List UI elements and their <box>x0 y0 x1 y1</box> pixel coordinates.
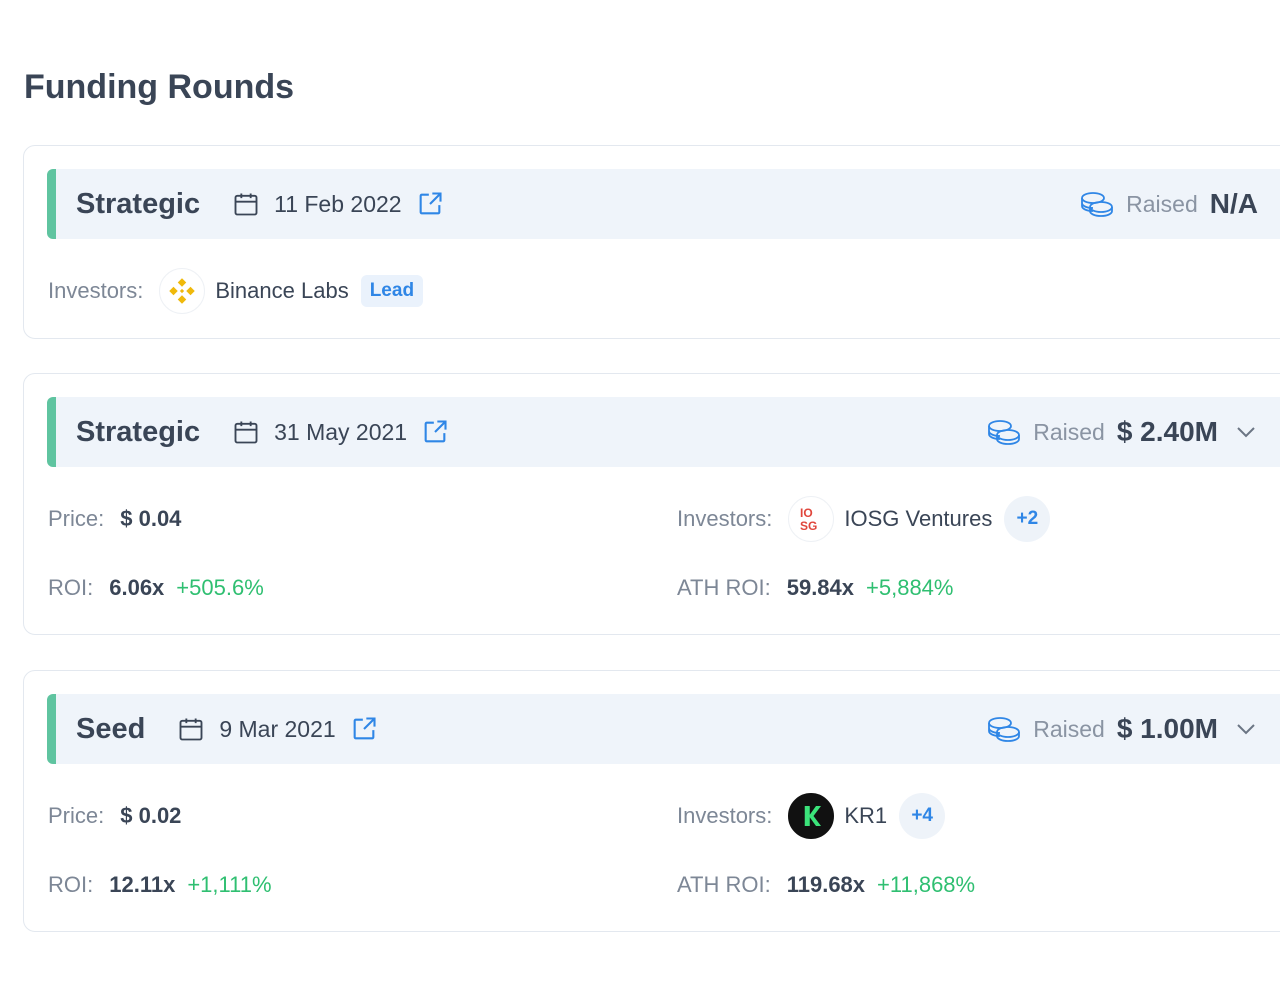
price-label: Price: <box>48 803 105 828</box>
page-title: Funding Rounds <box>24 68 295 106</box>
raised-label: Raised <box>1033 715 1105 742</box>
round-type: Strategic <box>76 187 201 220</box>
round-header[interactable]: Strategic 31 May 2021 Raised $ 2.40M <box>47 397 1280 467</box>
funding-round-card: Strategic 31 May 2021 Raised $ 2.40M Pri… <box>23 373 1280 635</box>
investors-row: Investors: IO SG IOSG Ventures +2 <box>677 496 1051 542</box>
roi-label: ROI: <box>48 575 94 600</box>
round-date: 9 Mar 2021 <box>219 715 336 742</box>
more-investors-button[interactable]: +2 <box>1004 496 1051 542</box>
investor-name[interactable]: Binance Labs <box>215 278 348 304</box>
raised-label: Raised <box>1126 190 1198 217</box>
more-investors-button[interactable]: +4 <box>899 793 946 839</box>
svg-text:SG: SG <box>800 519 817 533</box>
ath-roi-value: 59.84x <box>786 575 855 600</box>
svg-text:IO: IO <box>800 506 813 520</box>
binance-labs-logo[interactable] <box>159 268 206 314</box>
round-type: Strategic <box>76 415 201 448</box>
investor-name[interactable]: IOSG Ventures <box>844 506 992 532</box>
price-value: $ 0.04 <box>120 506 182 531</box>
coins-icon <box>1081 192 1114 217</box>
ath-roi-label: ATH ROI: <box>677 872 771 897</box>
price-label: Price: <box>48 506 105 531</box>
round-header: Strategic 11 Feb 2022 Raised N/A <box>47 169 1280 239</box>
round-type: Seed <box>76 712 146 745</box>
raised-value: $ 2.40M <box>1116 416 1218 447</box>
ath-roi-row: ATH ROI: 59.84x +5,884% <box>677 565 953 611</box>
ath-roi-percent: +5,884% <box>866 575 954 600</box>
roi-percent: +505.6% <box>176 575 264 600</box>
ath-roi-label: ATH ROI: <box>677 575 771 600</box>
raised-value: $ 1.00M <box>1116 713 1218 744</box>
lead-badge: Lead <box>360 275 424 307</box>
roi-row: ROI: 12.11x +1,111% <box>48 862 272 908</box>
external-link-icon[interactable] <box>350 715 378 743</box>
chevron-down-icon[interactable] <box>1234 717 1258 741</box>
investors-row: Investors: Binance Labs Lead <box>48 268 424 314</box>
calendar-icon <box>179 718 203 741</box>
raised-label: Raised <box>1033 418 1105 445</box>
investors-label: Investors: <box>677 506 773 531</box>
funding-round-card: Seed 9 Mar 2021 Raised $ 1.00M Price: $ … <box>23 670 1280 932</box>
iosg-logo[interactable]: IO SG <box>788 496 835 542</box>
coins-icon <box>988 717 1021 742</box>
investors-row: Investors: KR1 +4 <box>677 793 946 839</box>
investors-label: Investors: <box>677 803 773 828</box>
funding-round-card: Strategic 11 Feb 2022 Raised N/A Investo… <box>23 145 1280 339</box>
price-row: Price: $ 0.02 <box>48 793 193 839</box>
roi-label: ROI: <box>48 872 94 897</box>
roi-row: ROI: 6.06x +505.6% <box>48 565 264 611</box>
ath-roi-value: 119.68x <box>786 872 866 897</box>
investor-name[interactable]: KR1 <box>844 803 887 829</box>
price-value: $ 0.02 <box>120 803 182 828</box>
price-row: Price: $ 0.04 <box>48 496 193 542</box>
round-date: 11 Feb 2022 <box>274 190 402 217</box>
roi-value: 12.11x <box>109 872 176 897</box>
roi-percent: +1,111% <box>187 872 272 897</box>
roi-value: 6.06x <box>109 575 165 600</box>
kr1-logo[interactable] <box>788 793 835 839</box>
ath-roi-percent: +11,868% <box>877 872 976 897</box>
chevron-down-icon[interactable] <box>1234 420 1258 444</box>
external-link-icon[interactable] <box>416 190 444 218</box>
round-date: 31 May 2021 <box>274 418 408 445</box>
calendar-icon <box>234 193 258 216</box>
coins-icon <box>988 420 1021 445</box>
calendar-icon <box>234 421 258 444</box>
external-link-icon[interactable] <box>421 418 449 446</box>
investors-label: Investors: <box>48 278 144 303</box>
raised-value: N/A <box>1209 188 1258 219</box>
round-header[interactable]: Seed 9 Mar 2021 Raised $ 1.00M <box>47 694 1280 764</box>
ath-roi-row: ATH ROI: 119.68x +11,868% <box>677 862 975 908</box>
